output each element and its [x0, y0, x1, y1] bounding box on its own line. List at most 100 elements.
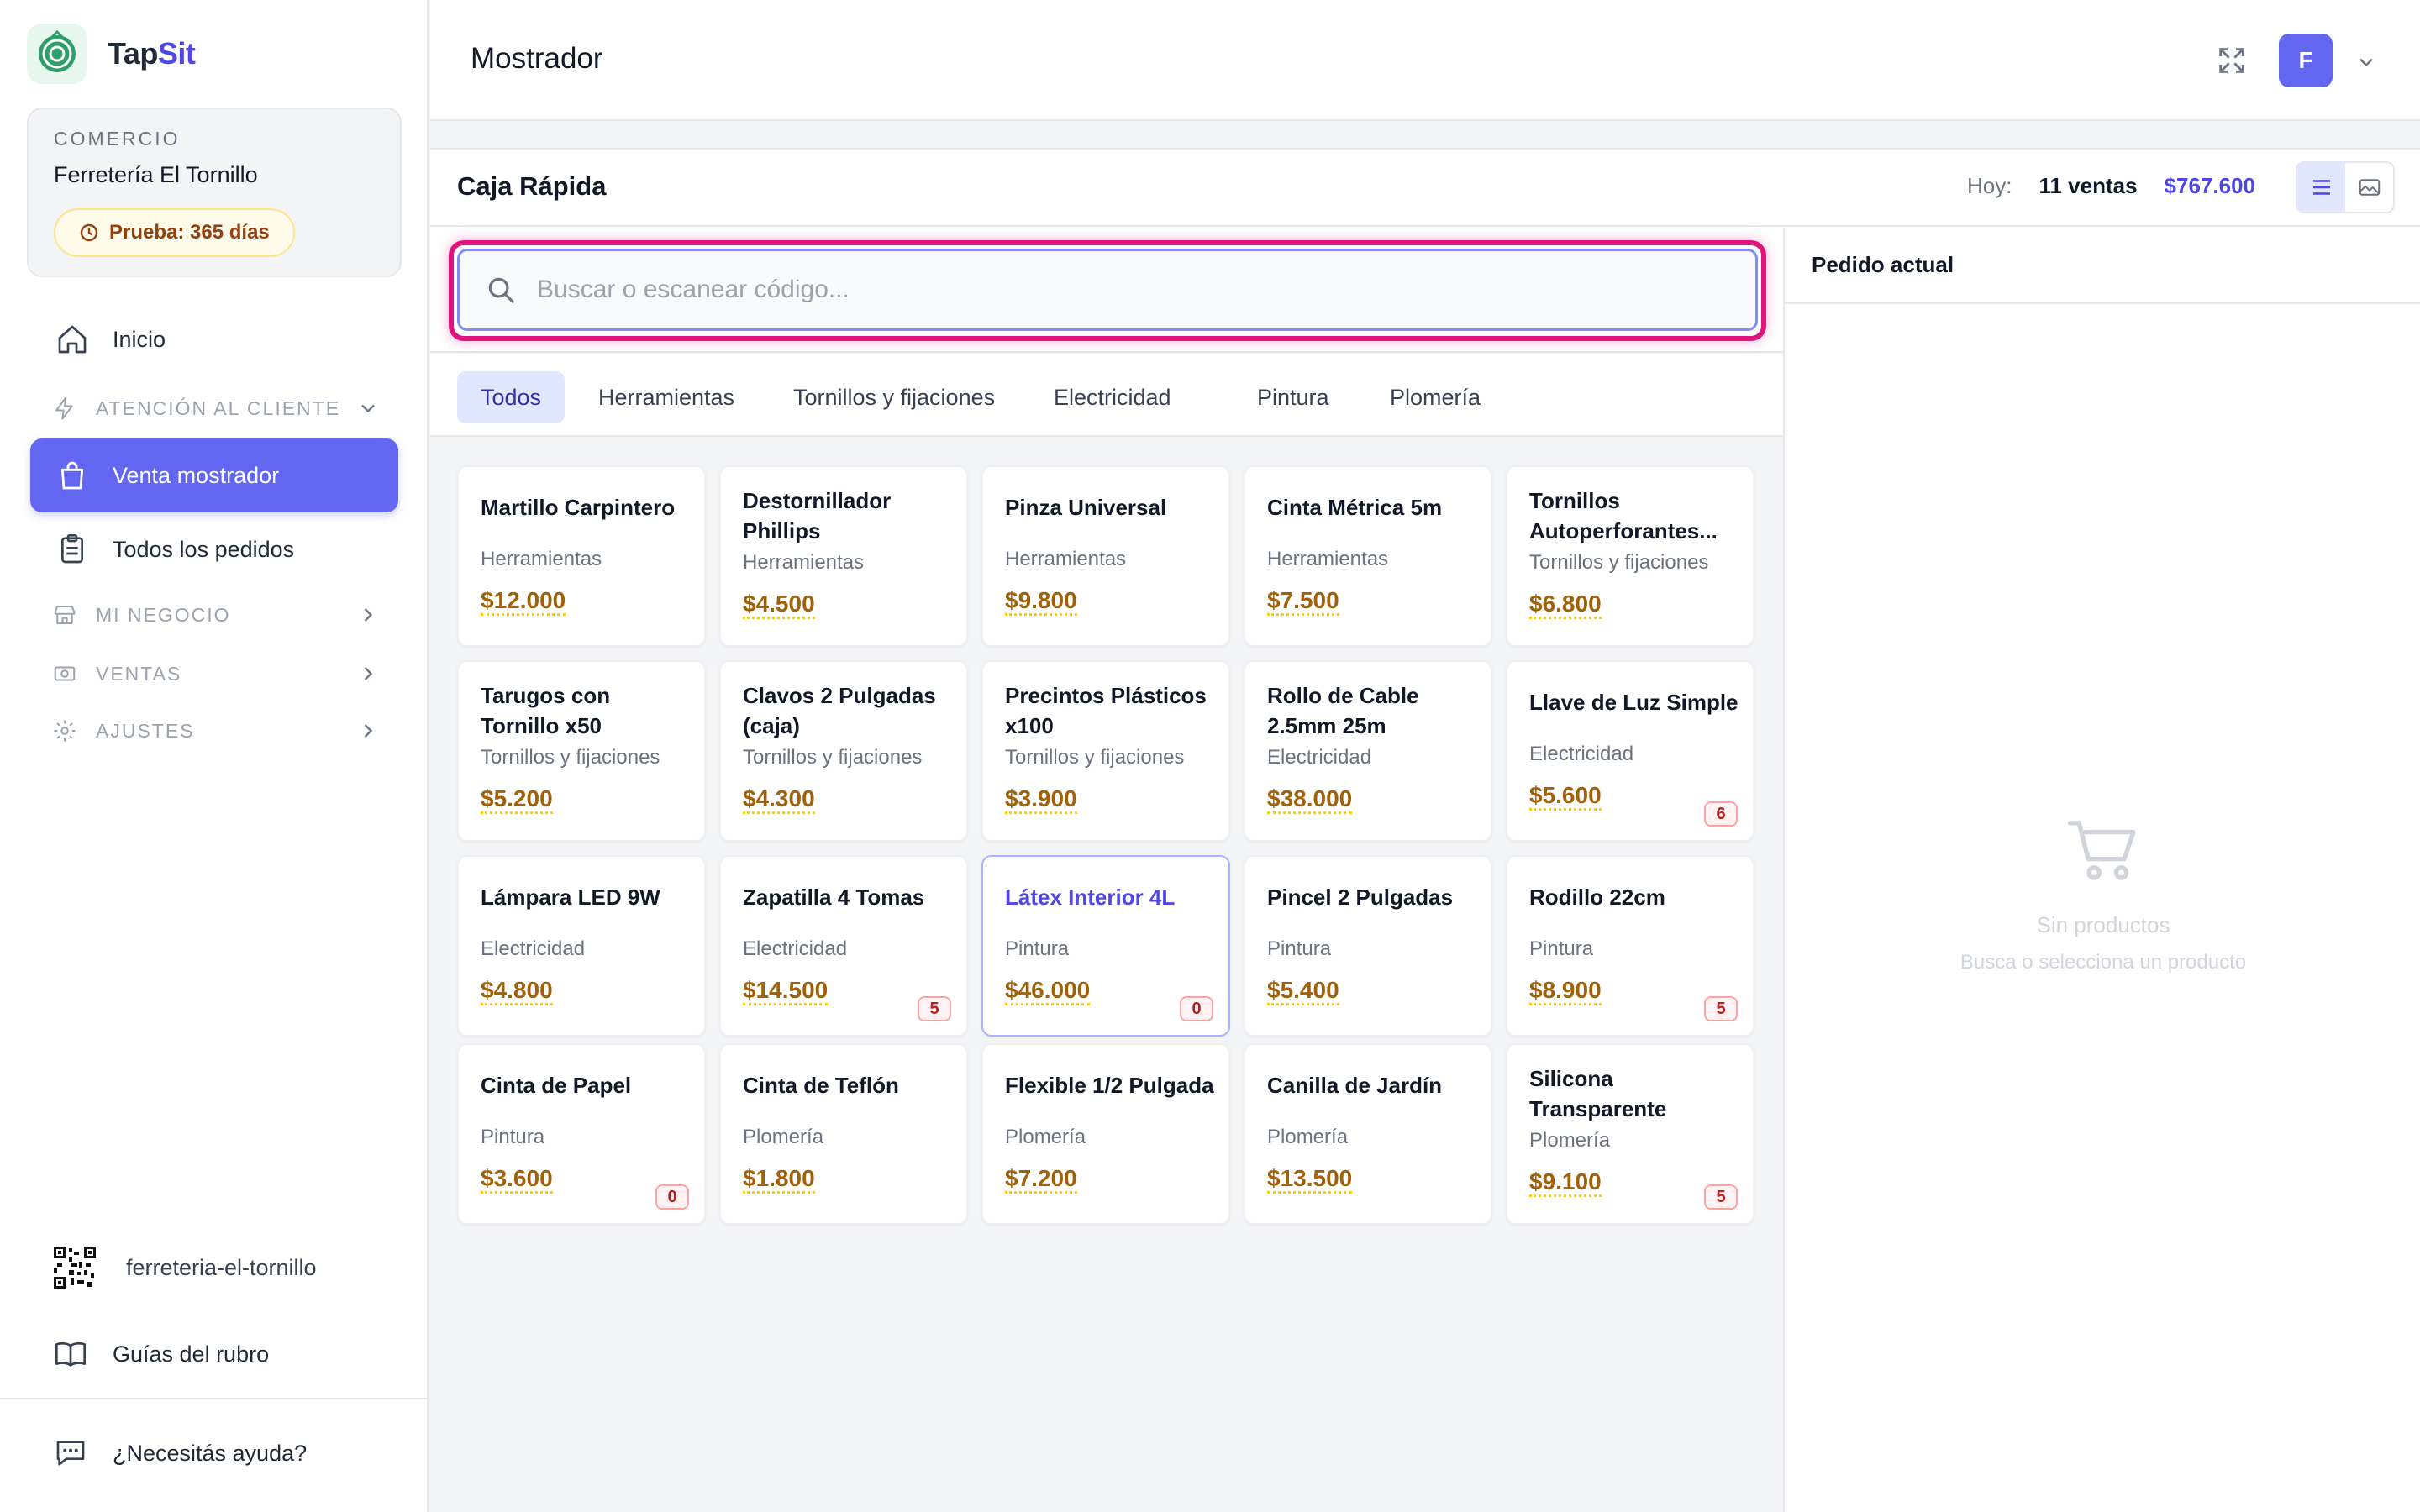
image-icon — [2359, 179, 2380, 196]
product-price: $5.400 — [1267, 978, 1339, 1005]
tab-pintura[interactable]: Pintura — [1234, 371, 1353, 423]
product-card[interactable]: Martillo Carpintero Herramientas $12.000 — [457, 465, 706, 647]
product-card[interactable]: Flexible 1/2 Pulgada Plomería $7.200 — [981, 1043, 1230, 1225]
product-name: Pincel 2 Pulgadas — [1267, 885, 1454, 910]
product-card[interactable]: Cinta de Papel Pintura $3.600 0 — [457, 1043, 706, 1225]
sidebar-item-label: Venta mostrador — [113, 462, 280, 488]
sidebar-section-ajustes[interactable]: AJUSTES — [30, 706, 398, 756]
tab-electricidad[interactable]: Electricidad — [1030, 371, 1195, 423]
product-category: Electricidad — [481, 937, 586, 960]
product-card[interactable]: Lámpara LED 9W Electricidad $4.800 — [457, 855, 706, 1037]
product-category: Pintura — [481, 1126, 545, 1148]
store-icon — [54, 606, 76, 624]
product-card[interactable]: Cinta de Teflón Plomería $1.800 — [719, 1043, 968, 1225]
empty-title: Sin productos — [2036, 912, 2170, 937]
sidebar-section-label: VENTAS — [96, 662, 182, 685]
product-category: Herramientas — [481, 548, 602, 570]
search-input[interactable] — [537, 276, 1713, 304]
avatar[interactable]: F — [2279, 34, 2333, 87]
shop-label: COMERCIO — [54, 128, 181, 150]
product-category: Plomería — [1005, 1126, 1086, 1148]
product-card[interactable]: Pinza Universal Herramientas $9.800 — [981, 465, 1230, 647]
shop-qr-link[interactable]: ferreteria-el-tornillo — [54, 1247, 317, 1289]
image-view-button[interactable] — [2345, 163, 2393, 212]
clock-icon — [80, 223, 98, 242]
product-category: Pintura — [1267, 937, 1332, 960]
chevron-down-icon[interactable] — [2354, 50, 2378, 74]
product-card[interactable]: Rollo de Cable 2.5mm 25m Electricidad $38.… — [1244, 660, 1492, 842]
product-card[interactable]: Destornillador Phillips Herramientas $4.50… — [719, 465, 968, 647]
product-price: $4.300 — [743, 786, 815, 814]
sidebar-item-inicio[interactable]: Inicio — [30, 302, 398, 376]
product-card[interactable]: Pincel 2 Pulgadas Pintura $5.400 — [1244, 855, 1492, 1037]
sidebar-section-ventas[interactable]: VENTAS — [30, 648, 398, 699]
view-toggle — [2296, 161, 2395, 213]
product-card[interactable]: Tornillos Autoperforantes... Tornillos y … — [1506, 465, 1754, 647]
current-order-panel: Pedido actual Sin productos Busca o sele… — [1783, 228, 2420, 1512]
app-logo-icon — [27, 24, 87, 84]
product-price: $12.000 — [481, 588, 566, 616]
product-price: $3.900 — [1005, 786, 1077, 814]
page-title: Mostrador — [471, 42, 603, 75]
product-category: Plomería — [743, 1126, 824, 1148]
product-category: Tornillos y fijaciones — [1005, 746, 1185, 769]
sidebar-section-label: MI NEGOCIO — [96, 603, 231, 626]
today-label: Hoy: — [1966, 173, 2012, 198]
product-card[interactable]: Llave de Luz Simple Electricidad $5.600 6 — [1506, 660, 1754, 842]
home-icon — [58, 325, 87, 354]
product-price: $8.900 — [1529, 978, 1602, 1005]
daily-stats: Hoy: 11 ventas $767.600 — [1967, 173, 2255, 199]
stock-badge: 0 — [655, 1184, 689, 1210]
app-name: TapSit — [108, 36, 196, 71]
sidebar-item-venta-mostrador[interactable]: Venta mostrador — [30, 438, 398, 512]
product-name: Cinta de Teflón — [743, 1073, 899, 1098]
tab-plomeria[interactable]: Plomería — [1366, 371, 1504, 423]
shop-name: Ferretería El Tornillo — [54, 162, 258, 187]
expand-icon — [2219, 48, 2244, 73]
product-name: Tornillos Autoperforantes... — [1529, 488, 1718, 543]
product-price: $1.800 — [743, 1166, 815, 1194]
shopping-bag-icon — [60, 461, 84, 490]
tab-todos[interactable]: Todos — [457, 371, 566, 423]
fullscreen-button[interactable] — [2215, 44, 2249, 77]
product-name: Silicona Transparente — [1529, 1066, 1667, 1121]
help-link[interactable]: ¿Necesitás ayuda? — [54, 1436, 307, 1470]
product-price: $7.200 — [1005, 1166, 1077, 1194]
product-card[interactable]: Silicona Transparente Plomería $9.100 5 — [1506, 1043, 1754, 1225]
product-card[interactable]: Canilla de Jardín Plomería $13.500 — [1244, 1043, 1492, 1225]
product-card[interactable]: Clavos 2 Pulgadas (caja) Tornillos y fija… — [719, 660, 968, 842]
chevron-right-icon — [364, 667, 373, 680]
product-name: Llave de Luz Simple — [1529, 690, 1739, 715]
order-title: Pedido actual — [1812, 252, 1954, 277]
sidebar-section-atencion[interactable]: ATENCIÓN AL CLIENTE — [30, 383, 398, 433]
sidebar-section-label: ATENCIÓN AL CLIENTE — [96, 396, 341, 419]
qr-code-icon — [54, 1247, 96, 1289]
tab-herramientas[interactable]: Herramientas — [575, 371, 758, 423]
guides-label: Guías del rubro — [113, 1341, 270, 1367]
product-card[interactable]: Rodillo 22cm Pintura $8.900 5 — [1506, 855, 1754, 1037]
product-card[interactable]: Cinta Métrica 5m Herramientas $7.500 — [1244, 465, 1492, 647]
product-card[interactable]: Zapatilla 4 Tomas Electricidad $14.500 5 — [719, 855, 968, 1037]
stock-badge: 5 — [1704, 996, 1738, 1021]
guides-link[interactable]: Guías del rubro — [54, 1337, 269, 1371]
product-card[interactable]: Tarugos con Tornillo x50 Tornillos y fija… — [457, 660, 706, 842]
shop-slug: ferreteria-el-tornillo — [126, 1254, 317, 1280]
product-category: Tornillos y fijaciones — [1529, 551, 1709, 574]
product-card[interactable]: Látex Interior 4L Pintura $46.000 0 — [981, 855, 1230, 1037]
tab-tornillos[interactable]: Tornillos y fijaciones — [770, 371, 1018, 423]
app-logo[interactable]: TapSit — [27, 24, 196, 84]
search-box[interactable] — [457, 249, 1758, 331]
product-card[interactable]: Precintos Plásticos x100 Tornillos y fija… — [981, 660, 1230, 842]
product-name: Pinza Universal — [1005, 495, 1167, 520]
product-name: Cinta de Papel — [481, 1073, 632, 1098]
product-price: $14.500 — [743, 978, 829, 1005]
sidebar: TapSit COMERCIO Ferretería El Tornillo P… — [0, 0, 429, 1512]
list-view-button[interactable] — [2297, 163, 2345, 212]
stock-badge: 6 — [1704, 801, 1738, 827]
shop-card[interactable]: COMERCIO Ferretería El Tornillo Prueba: … — [27, 108, 402, 277]
product-price: $13.500 — [1267, 1166, 1353, 1194]
empty-subtitle: Busca o selecciona un producto — [1960, 951, 2247, 974]
product-name: Rodillo 22cm — [1529, 885, 1665, 910]
sidebar-section-mi-negocio[interactable]: MI NEGOCIO — [30, 590, 398, 640]
sidebar-item-todos-pedidos[interactable]: Todos los pedidos — [30, 512, 398, 586]
